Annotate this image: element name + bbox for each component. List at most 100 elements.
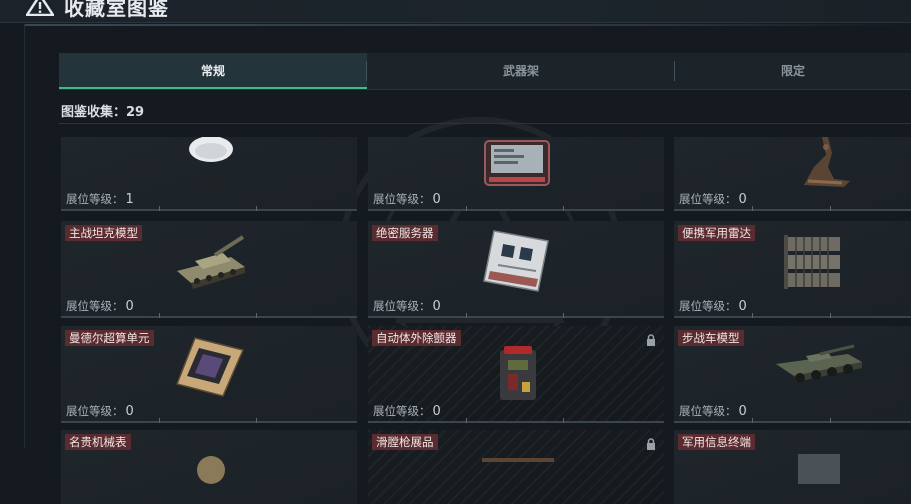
item-level-label: 展位等级： bbox=[373, 192, 431, 206]
tab-label: 常规 bbox=[200, 64, 225, 78]
collection-divider bbox=[59, 123, 911, 124]
item-level-value: 0 bbox=[738, 192, 747, 207]
ifv-model-icon bbox=[776, 344, 862, 383]
level-bar-tick bbox=[158, 418, 160, 423]
lock-icon bbox=[647, 438, 655, 450]
item-level-label: 展位等级： bbox=[66, 404, 124, 418]
item-level-label: 展位等级： bbox=[679, 404, 737, 418]
tabs-divider bbox=[59, 89, 911, 90]
collection-item-card[interactable]: 自动体外除颤器 展位等级： 0 bbox=[368, 326, 664, 423]
item-level-bar bbox=[674, 313, 911, 318]
terminal-icon bbox=[798, 454, 840, 484]
level-bar-tick bbox=[752, 418, 754, 423]
item-level-value: 0 bbox=[125, 404, 134, 419]
server-board-icon bbox=[483, 230, 549, 292]
level-bar-tick bbox=[158, 313, 160, 318]
level-bar-tick bbox=[563, 313, 565, 318]
level-bar-tick bbox=[752, 206, 754, 211]
item-name-label: 绝密服务器 bbox=[372, 225, 438, 241]
level-bar-tick bbox=[830, 313, 832, 318]
tablet-device-icon bbox=[484, 140, 550, 186]
item-name-label: 自动体外除颤器 bbox=[372, 330, 461, 346]
item-level: 展位等级： 1 bbox=[66, 191, 134, 207]
item-level: 展位等级： 0 bbox=[66, 403, 134, 419]
item-name-label: 曼德尔超算单元 bbox=[65, 330, 154, 346]
level-bar-tick bbox=[465, 206, 467, 211]
supercomputer-unit-icon bbox=[175, 337, 245, 397]
level-bar-tick bbox=[256, 206, 258, 211]
item-level-bar bbox=[674, 418, 911, 423]
item-level: 展位等级： 0 bbox=[679, 298, 747, 314]
item-level-label: 展位等级： bbox=[679, 299, 737, 313]
level-bar-tick bbox=[465, 418, 467, 423]
item-level: 展位等级： 0 bbox=[679, 403, 747, 419]
item-level-bar bbox=[368, 313, 664, 318]
warning-triangle-icon bbox=[26, 0, 54, 16]
lock-icon bbox=[647, 334, 655, 346]
item-level-label: 展位等级： bbox=[373, 299, 431, 313]
satellite-dish-icon bbox=[189, 137, 233, 196]
collection-item-card[interactable]: 主战坦克模型 展位等级： 0 bbox=[61, 221, 357, 318]
level-bar-tick bbox=[158, 206, 160, 211]
item-level-bar bbox=[368, 418, 664, 423]
collection-item-card[interactable]: 军用信息终端 bbox=[674, 430, 911, 504]
collection-item-card[interactable]: 展位等级： 1 bbox=[61, 137, 357, 211]
collection-item-card[interactable]: 便携军用雷达 展位等级： 0 bbox=[674, 221, 911, 318]
collection-item-card[interactable]: 展位等级： 0 bbox=[368, 137, 664, 211]
item-level-value: 1 bbox=[125, 192, 134, 207]
header-divider bbox=[24, 24, 911, 26]
level-bar-tick bbox=[830, 206, 832, 211]
collection-item-card[interactable]: 名贵机械表 bbox=[61, 430, 357, 504]
item-level-value: 0 bbox=[125, 299, 134, 314]
item-name-label: 步战车模型 bbox=[678, 330, 744, 346]
item-level-label: 展位等级： bbox=[373, 404, 431, 418]
level-bar-tick bbox=[830, 418, 832, 423]
item-level-bar bbox=[61, 313, 357, 318]
collection-item-card[interactable]: 绝密服务器展位等级： 0 bbox=[368, 221, 664, 318]
item-level: 展位等级： 0 bbox=[373, 191, 441, 207]
title-bar: 收藏室图鉴 bbox=[0, 0, 911, 23]
item-level-label: 展位等级： bbox=[66, 299, 124, 313]
tab-label: 武器架 bbox=[502, 64, 539, 78]
item-level: 展位等级： 0 bbox=[679, 191, 747, 207]
item-level-value: 0 bbox=[432, 299, 441, 314]
level-bar-tick bbox=[256, 313, 258, 318]
item-level: 展位等级： 0 bbox=[373, 298, 441, 314]
collection-item-card[interactable]: 滑膛枪展品 bbox=[368, 430, 664, 504]
item-level-value: 0 bbox=[432, 404, 441, 419]
item-name-label: 主战坦克模型 bbox=[65, 225, 142, 241]
item-level-value: 0 bbox=[432, 192, 441, 207]
item-level-value: 0 bbox=[738, 404, 747, 419]
level-bar-tick bbox=[752, 313, 754, 318]
page-title: 收藏室图鉴 bbox=[64, 0, 169, 20]
tab-weapon-rack[interactable]: 武器架 bbox=[367, 53, 675, 89]
level-bar-tick bbox=[563, 418, 565, 423]
defibrillator-icon bbox=[500, 346, 536, 400]
item-level-bar bbox=[674, 206, 911, 211]
tab-limited[interactable]: 限定 bbox=[675, 53, 911, 89]
level-bar-tick bbox=[563, 206, 565, 211]
collection-item-card[interactable]: 展位等级： 0 bbox=[674, 137, 911, 211]
item-level-bar bbox=[368, 206, 664, 211]
item-level: 展位等级： 0 bbox=[373, 403, 441, 419]
item-level-bar bbox=[61, 418, 357, 423]
item-level-value: 0 bbox=[738, 299, 747, 314]
tab-regular[interactable]: 常规 bbox=[59, 53, 367, 89]
tank-model-icon bbox=[177, 235, 245, 289]
item-level-label: 展位等级： bbox=[66, 192, 124, 206]
collection-item-card[interactable]: 步战车模型展位等级： 0 bbox=[674, 326, 911, 423]
item-name-label: 便携军用雷达 bbox=[678, 225, 755, 241]
tab-label: 限定 bbox=[780, 64, 805, 78]
radar-panel-icon bbox=[784, 235, 840, 289]
category-tabs: 常规 武器架 限定 bbox=[59, 53, 911, 89]
watch-icon bbox=[197, 456, 225, 484]
item-level-bar bbox=[61, 206, 357, 211]
level-bar-tick bbox=[256, 418, 258, 423]
collection-item-card[interactable]: 曼德尔超算单元 展位等级： 0 bbox=[61, 326, 357, 423]
item-level: 展位等级： 0 bbox=[66, 298, 134, 314]
musket-icon bbox=[482, 458, 554, 462]
panel-left-edge bbox=[24, 24, 25, 448]
level-bar-tick bbox=[465, 313, 467, 318]
collection-count: 图鉴收集：29 bbox=[61, 105, 145, 120]
item-level-label: 展位等级： bbox=[679, 192, 737, 206]
